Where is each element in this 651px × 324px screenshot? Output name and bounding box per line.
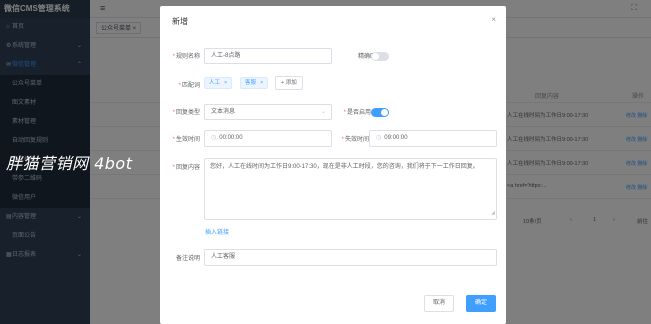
remark-input[interactable]: 人工客服 (204, 249, 497, 266)
chevron-down-icon: ⌄ (320, 109, 326, 115)
reply-content-label: *回复内容 (172, 165, 200, 171)
dialog-title: 新增 (172, 17, 188, 26)
effective-time-label: *生效时间 (172, 137, 200, 143)
add-rule-dialog: 新增 × *规则名称 人工-8点路 精确匹配 *匹配词 人工 × 客服 × + 添加… (160, 6, 506, 324)
resize-handle-icon[interactable]: ◢ (491, 209, 495, 218)
clock-icon: ◷ (211, 135, 217, 141)
confirm-button[interactable]: 确定 (466, 295, 497, 312)
reply-type-value: 文本消息 (211, 109, 236, 115)
close-icon[interactable]: × (224, 80, 227, 86)
rule-name-label: *规则名称 (172, 54, 200, 60)
close-icon[interactable]: × (491, 15, 496, 24)
cancel-button[interactable]: 取消 (424, 295, 455, 312)
match-word-tag[interactable]: 人工 × (204, 77, 233, 89)
enabled-switch[interactable] (371, 108, 389, 117)
expire-time-label: *失效时间 (341, 137, 369, 143)
clock-icon: ◷ (376, 135, 382, 141)
effective-time-picker[interactable]: ◷ 00:00:00 (204, 130, 332, 147)
close-icon[interactable]: × (260, 80, 263, 86)
expire-time-picker[interactable]: ◷ 09:00:00 (369, 130, 497, 147)
reply-content-textarea[interactable]: 您好，人工在线时间为工作日9:00-17:30，现在是非人工时段，您的咨询，我们… (204, 158, 497, 220)
remark-label: 备注说明 (175, 256, 200, 262)
reply-type-select[interactable]: 文本消息 ⌄ (204, 104, 332, 120)
reply-type-label: *回复类型 (172, 110, 200, 116)
rule-name-input[interactable]: 人工-8点路 (204, 48, 332, 64)
match-words-label: *匹配词 (178, 83, 200, 89)
exact-match-switch[interactable] (371, 52, 389, 61)
insert-link[interactable]: 插入链接 (205, 227, 229, 236)
enabled-label: *是否启用 (343, 110, 371, 116)
add-match-word-button[interactable]: + 添加 (275, 76, 303, 90)
watermark: 胖猫营销网 4bot (6, 154, 133, 173)
reply-content-text: 您好，人工在线时间为工作日9:00-17:30，现在是非人工时段，您的咨询，我们… (210, 164, 479, 170)
match-word-tag[interactable]: 客服 × (240, 77, 269, 89)
